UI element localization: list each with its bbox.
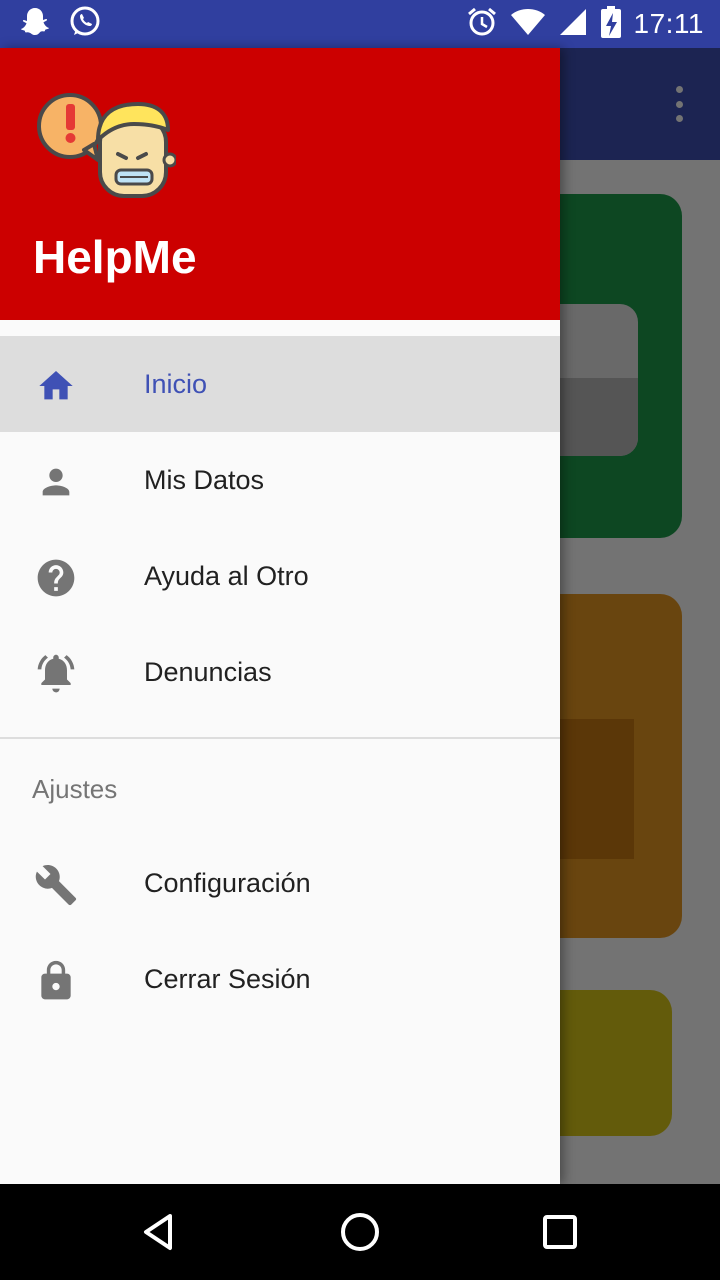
settings-menu: Configuración Cerrar Sesión — [0, 835, 560, 1027]
menu-item-mis-datos[interactable]: Mis Datos — [0, 432, 560, 528]
status-right-icons: 17:11 — [466, 5, 720, 44]
menu-item-inicio[interactable]: Inicio — [0, 336, 560, 432]
drawer-menu: Inicio Mis Datos Ayuda al Otro Denuncias… — [0, 336, 560, 1027]
battery-charging-icon — [600, 5, 622, 44]
home-circle-icon[interactable] — [336, 1208, 384, 1256]
back-icon[interactable] — [136, 1208, 184, 1256]
menu-item-label: Inicio — [144, 368, 208, 399]
notifications-active-icon — [34, 652, 78, 696]
menu-item-label: Mis Datos — [144, 464, 265, 495]
section-title-ajustes: Ajustes — [32, 773, 118, 804]
lock-icon — [34, 959, 78, 1003]
recents-icon[interactable] — [536, 1208, 584, 1256]
menu-item-ayuda-al-otro[interactable]: Ayuda al Otro — [0, 528, 560, 624]
menu-item-cerrar-sesion[interactable]: Cerrar Sesión — [0, 931, 560, 1027]
snapchat-icon — [18, 5, 52, 44]
status-left-icons — [0, 5, 102, 44]
person-icon — [34, 460, 78, 504]
alarm-icon — [466, 6, 498, 43]
system-nav-bar — [0, 1184, 720, 1280]
status-bar: 17:11 — [0, 0, 720, 48]
app-name: HelpMe — [33, 231, 197, 283]
menu-item-label: Ayuda al Otro — [144, 560, 309, 591]
status-time: 17:11 — [633, 8, 704, 39]
menu-item-label: Configuración — [144, 867, 311, 898]
menu-item-denuncias[interactable]: Denuncias — [0, 624, 560, 720]
menu-item-label: Cerrar Sesión — [144, 963, 311, 994]
signal-icon — [558, 7, 588, 42]
navigation-drawer: HelpMe Inicio Mis Datos Ayuda al Otro De… — [0, 48, 560, 1184]
menu-item-label: Denuncias — [144, 656, 272, 687]
help-icon — [34, 556, 78, 600]
helpme-logo — [36, 88, 178, 200]
whatsapp-icon — [68, 5, 102, 44]
menu-item-configuracion[interactable]: Configuración — [0, 835, 560, 931]
drawer-header: HelpMe — [0, 48, 560, 320]
home-icon — [34, 364, 78, 408]
wrench-icon — [34, 863, 78, 907]
wifi-icon — [510, 7, 546, 42]
